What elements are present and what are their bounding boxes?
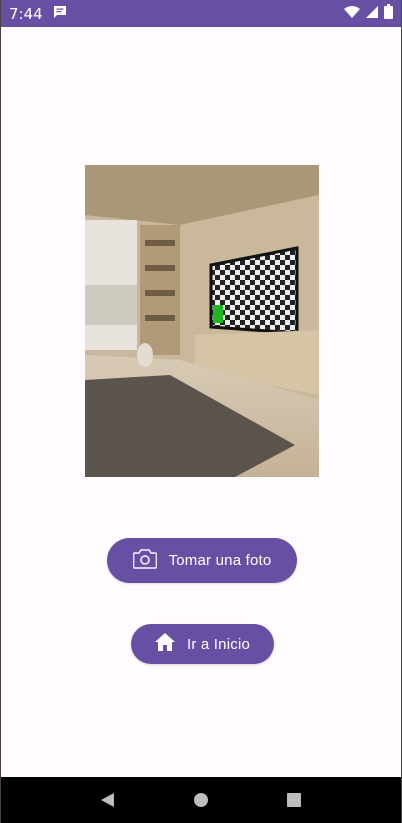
go-home-label: Ir a Inicio (186, 635, 251, 653)
signal-icon (365, 5, 379, 23)
home-icon (154, 633, 175, 655)
status-bar: 7:44 (1, 0, 401, 27)
take-photo-label: Tomar una foto (168, 552, 272, 569)
system-nav-bar (1, 777, 401, 823)
captured-photo (85, 165, 319, 477)
recents-icon[interactable] (282, 788, 306, 812)
camera-icon (132, 548, 157, 573)
wifi-icon (344, 5, 360, 23)
message-icon (53, 5, 67, 23)
back-icon[interactable] (96, 788, 120, 812)
take-photo-button[interactable]: Tomar una foto (107, 538, 297, 583)
home-nav-icon[interactable] (189, 788, 213, 812)
go-home-button[interactable]: Ir a Inicio (131, 624, 274, 664)
room-photo (85, 165, 319, 477)
battery-icon (384, 4, 393, 23)
status-time: 7:44 (9, 4, 43, 23)
